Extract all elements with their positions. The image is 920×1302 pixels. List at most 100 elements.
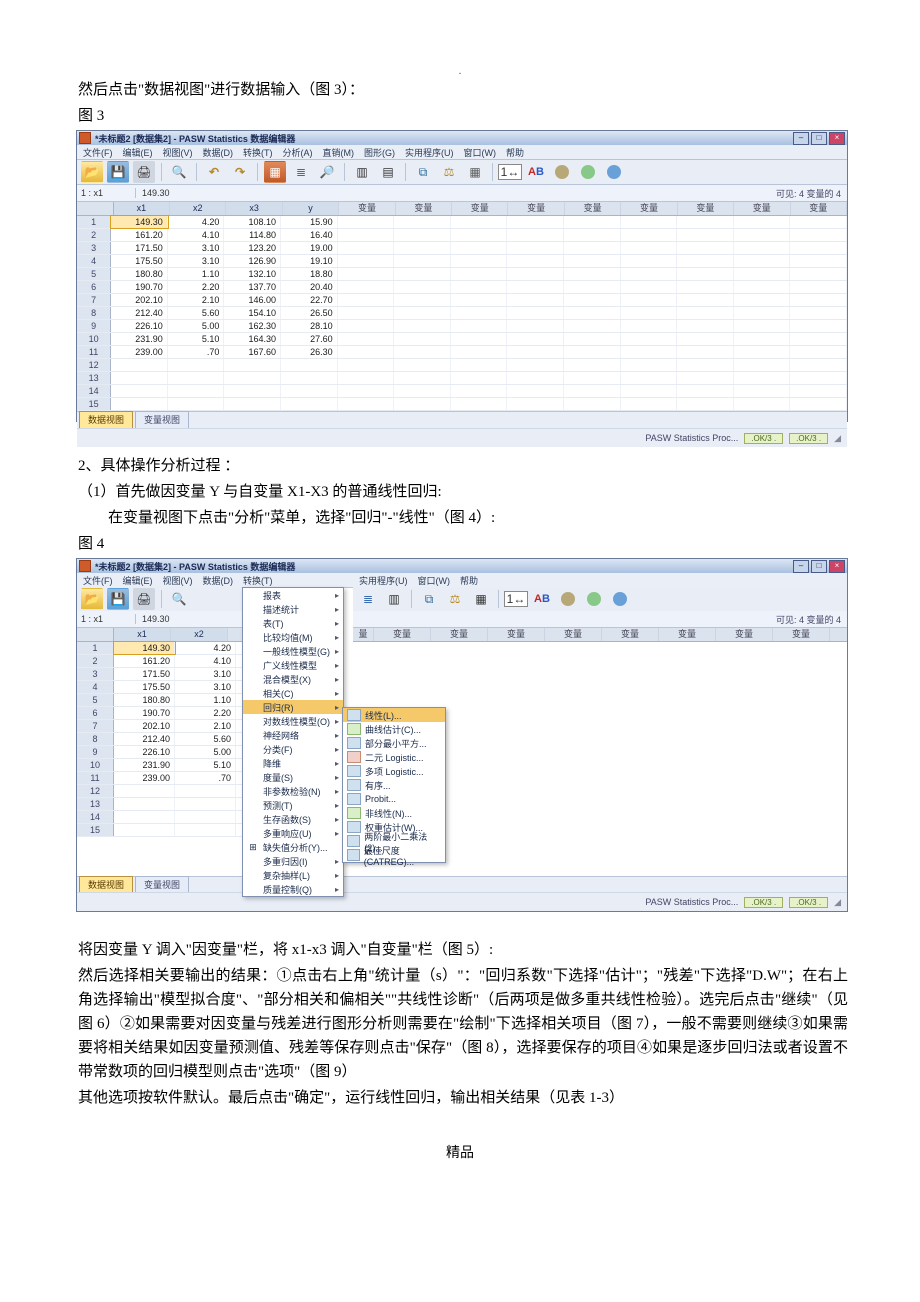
menu-item[interactable]: 视图(V) [159, 574, 197, 587]
print-icon[interactable]: 🖨 [133, 161, 155, 183]
find-icon[interactable]: 🔎 [316, 161, 338, 183]
menu-item[interactable]: 编辑(E) [119, 146, 157, 159]
menu-item[interactable]: 多重响应(U)▸ [243, 826, 343, 840]
goto-case-icon[interactable]: ▦ [264, 161, 286, 183]
menu-item[interactable]: 非参数检验(N)▸ [243, 784, 343, 798]
submenu-item[interactable]: Probit... [343, 792, 445, 806]
submenu-item[interactable]: 曲线估计(C)... [343, 722, 445, 736]
menu-item[interactable]: 文件(F) [79, 574, 117, 587]
table-row[interactable]: 6190.702.20 [77, 707, 242, 720]
value-labels-icon[interactable]: 1↔ [505, 588, 527, 610]
weight-icon[interactable]: ⚖ [438, 161, 460, 183]
table-row[interactable]: 7202.102.10 [77, 720, 242, 733]
submenu-item[interactable]: 最佳尺度(CATREG)... [343, 848, 445, 862]
table-row[interactable]: 6190.702.20137.7020.40 [77, 281, 847, 294]
open-icon[interactable]: 📂 [81, 588, 103, 610]
menu-item[interactable]: 实用程序(U) [401, 146, 458, 159]
col-x2[interactable]: x2 [170, 202, 226, 215]
minimize-button[interactable]: – [793, 132, 809, 145]
menu-item[interactable]: 转换(T) [239, 574, 277, 587]
cell-value[interactable]: 149.30 [136, 614, 176, 624]
tab-variable-view[interactable]: 变量视图 [135, 411, 189, 428]
menu-item[interactable]: 报表▸ [243, 588, 343, 602]
table-row[interactable]: 2161.204.10114.8016.40 [77, 229, 847, 242]
regression-submenu[interactable]: 线性(L)...曲线估计(C)...部分最小平方...二元 Logistic..… [342, 707, 446, 863]
menu-item[interactable]: 广义线性模型▸ [243, 658, 343, 672]
insert-var-icon[interactable]: ▤ [377, 161, 399, 183]
select-cases-icon[interactable]: ▦ [464, 161, 486, 183]
table-row[interactable]: 4175.503.10 [77, 681, 242, 694]
font-icon[interactable]: AB [525, 161, 547, 183]
menu-item[interactable]: 分析(A) [279, 146, 317, 159]
circle-icon-3[interactable] [609, 588, 631, 610]
menu-item[interactable]: 直销(M) [319, 146, 359, 159]
split-file-icon[interactable]: ⧉ [418, 588, 440, 610]
table-row[interactable]: 9226.105.00 [77, 746, 242, 759]
table-row[interactable]: 8212.405.60 [77, 733, 242, 746]
save-icon[interactable]: 💾 [107, 161, 129, 183]
value-labels-icon[interactable]: 1↔ [499, 161, 521, 183]
menu-item[interactable]: 降维▸ [243, 756, 343, 770]
tab-data-view[interactable]: 数据视图 [79, 411, 133, 428]
menu-item[interactable]: 质量控制(Q)▸ [243, 882, 343, 896]
table-row[interactable]: 2161.204.10 [77, 655, 242, 668]
variables-icon[interactable]: ≣ [357, 588, 379, 610]
table-row[interactable]: 14 [77, 811, 242, 824]
submenu-item[interactable]: 线性(L)... [343, 708, 445, 722]
submenu-item[interactable]: 二元 Logistic... [343, 750, 445, 764]
close-button[interactable]: × [829, 132, 845, 145]
menu-item[interactable]: 生存函数(S)▸ [243, 812, 343, 826]
col-x3[interactable]: x3 [226, 202, 282, 215]
table-row[interactable]: 7202.102.10146.0022.70 [77, 294, 847, 307]
menu-item[interactable]: 度量(S)▸ [243, 770, 343, 784]
menu-item[interactable]: 混合模型(X)▸ [243, 672, 343, 686]
menu-item[interactable]: 图形(G) [360, 146, 399, 159]
menu-item[interactable]: 一般线性模型(G)▸ [243, 644, 343, 658]
open-icon[interactable]: 📂 [81, 161, 103, 183]
menu-item[interactable]: 帮助 [502, 146, 528, 159]
menu-item[interactable]: ⊞缺失值分析(Y)... [243, 840, 343, 854]
insert-case-icon[interactable]: ▥ [351, 161, 373, 183]
print-icon[interactable]: 🖨 [133, 588, 155, 610]
table-row[interactable]: 1149.304.20108.1015.90 [77, 216, 847, 229]
menu-item[interactable]: 视图(V) [159, 146, 197, 159]
resize-grip-icon[interactable]: ◢ [834, 897, 841, 908]
maximize-button[interactable]: □ [811, 132, 827, 145]
submenu-item[interactable]: 部分最小平方... [343, 736, 445, 750]
save-icon[interactable]: 💾 [107, 588, 129, 610]
table-row[interactable]: 11239.00.70167.6026.30 [77, 346, 847, 359]
select-cases-icon[interactable]: ▦ [470, 588, 492, 610]
table-row[interactable]: 14 [77, 385, 847, 398]
redo-icon[interactable]: ↷ [229, 161, 251, 183]
col-x1[interactable]: x1 [114, 628, 171, 641]
table-row[interactable]: 3171.503.10123.2019.00 [77, 242, 847, 255]
table-row[interactable]: 12 [77, 359, 847, 372]
col-x2[interactable]: x2 [171, 628, 228, 641]
weight-icon[interactable]: ⚖ [444, 588, 466, 610]
circle-icon-1[interactable] [551, 161, 573, 183]
menu-item[interactable]: 描述统计▸ [243, 602, 343, 616]
table-row[interactable]: 5180.801.10 [77, 694, 242, 707]
search-icon[interactable]: 🔍 [168, 161, 190, 183]
menu-item[interactable]: 神经网络▸ [243, 728, 343, 742]
submenu-item[interactable]: 非线性(N)... [343, 806, 445, 820]
font-icon[interactable]: AB [531, 588, 553, 610]
menu-item[interactable]: 复杂抽样(L)▸ [243, 868, 343, 882]
table-row[interactable]: 10231.905.10 [77, 759, 242, 772]
submenu-item[interactable]: 多项 Logistic... [343, 764, 445, 778]
menu-item[interactable]: 窗口(W) [460, 146, 501, 159]
col-y[interactable]: y [283, 202, 339, 215]
table-row[interactable]: 13 [77, 798, 242, 811]
cell-value[interactable]: 149.30 [136, 188, 176, 198]
table-row[interactable]: 15 [77, 398, 847, 411]
menu-item[interactable]: 编辑(E) [119, 574, 157, 587]
menu-item[interactable]: 比较均值(M)▸ [243, 630, 343, 644]
circle-icon-2[interactable] [577, 161, 599, 183]
split-file-icon[interactable]: ⧉ [412, 161, 434, 183]
tab-data-view[interactable]: 数据视图 [79, 876, 133, 893]
menu-item[interactable]: 表(T)▸ [243, 616, 343, 630]
menu-item[interactable]: 分类(F)▸ [243, 742, 343, 756]
table-row[interactable]: 15 [77, 824, 242, 837]
tab-variable-view[interactable]: 变量视图 [135, 876, 189, 893]
col-x1[interactable]: x1 [114, 202, 170, 215]
